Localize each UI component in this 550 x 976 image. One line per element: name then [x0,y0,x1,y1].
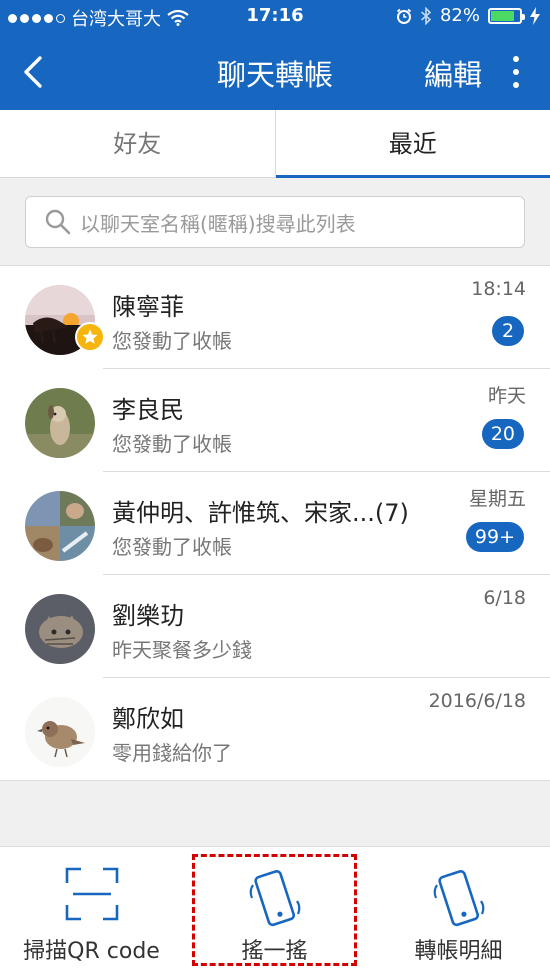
list-item[interactable]: 陳寧菲 您發動了收帳 18:14 2 [0,266,550,369]
search-placeholder: 以聊天室名稱(暱稱)搜尋此列表 [80,211,356,236]
more-vertical-icon[interactable] [504,52,528,92]
avatar [25,697,95,767]
conversation-time: 2016/6/18 [428,690,526,712]
conversation-preview: 昨天聚餐多少錢 [112,638,252,662]
status-bar: 台湾大哥大 17:16 82% [0,0,550,32]
qr-scan-icon [65,867,118,921]
scan-qr-button[interactable]: 掃描QR code [0,847,183,976]
shake-button[interactable]: 搖一搖 [183,847,366,976]
conversation-name: 黃仲明、許惟筑、宋家...(7) [112,499,409,527]
search-icon [45,209,71,235]
list-item[interactable]: 鄭欣如 零用錢給你了 2016/6/18 [0,678,550,781]
list-item[interactable]: 劉樂玏 昨天聚餐多少錢 6/18 [0,575,550,678]
scan-qr-label: 掃描QR code [23,939,160,964]
status-right: 82% [396,5,540,26]
search-area: 以聊天室名稱(暱稱)搜尋此列表 [0,178,550,265]
conversation-name: 李良民 [112,396,184,424]
conversation-time: 6/18 [483,587,526,609]
battery-percent: 82% [439,5,480,26]
battery-icon [488,7,525,24]
list-item[interactable]: 黃仲明、許惟筑、宋家...(7) 您發動了收帳 星期五 99+ [0,472,550,575]
tab-recent[interactable]: 最近 [274,110,550,178]
unread-badge: 99+ [465,522,524,552]
charging-icon [530,6,540,25]
alarm-icon [396,8,412,24]
unread-badge: 20 [481,419,524,449]
tab-friends[interactable]: 好友 [0,110,275,177]
list-item[interactable]: 李良民 您發動了收帳 昨天 20 [0,369,550,472]
group-avatar [25,491,95,561]
edit-button[interactable]: 編輯 [424,52,482,94]
unread-badge: 2 [492,316,524,346]
bottom-action-bar: 掃描QR code 搖一搖 轉帳明細 [0,846,550,976]
search-input[interactable]: 以聊天室名稱(暱稱)搜尋此列表 [25,196,525,248]
conversation-preview: 零用錢給你了 [112,741,232,765]
favorite-star-icon [75,322,105,352]
transfer-details-label: 轉帳明細 [414,939,503,964]
conversation-name: 鄭欣如 [112,705,184,733]
conversation-time: 18:14 [471,278,526,300]
conversation-time: 昨天 [487,385,526,407]
conversation-preview: 您發動了收帳 [112,535,232,559]
shake-phone-icon [249,869,300,927]
tab-bar: 好友 最近 [0,110,550,178]
nav-bar: 聊天轉帳 編輯 [0,32,550,110]
avatar [25,388,95,458]
transfer-details-icon [433,869,484,927]
conversation-preview: 您發動了收帳 [112,329,232,353]
conversation-preview: 您發動了收帳 [112,432,232,456]
conversation-name: 陳寧菲 [112,293,184,321]
transfer-details-button[interactable]: 轉帳明細 [367,847,550,976]
bluetooth-icon [420,6,432,25]
conversation-name: 劉樂玏 [112,602,184,630]
shake-label: 搖一搖 [241,939,308,964]
battery-fill [491,10,514,21]
avatar [25,594,95,664]
conversation-time: 星期五 [468,488,526,510]
conversation-list: 陳寧菲 您發動了收帳 18:14 2 李良民 您發動了收帳 昨天 20 黃仲明、… [0,265,550,781]
